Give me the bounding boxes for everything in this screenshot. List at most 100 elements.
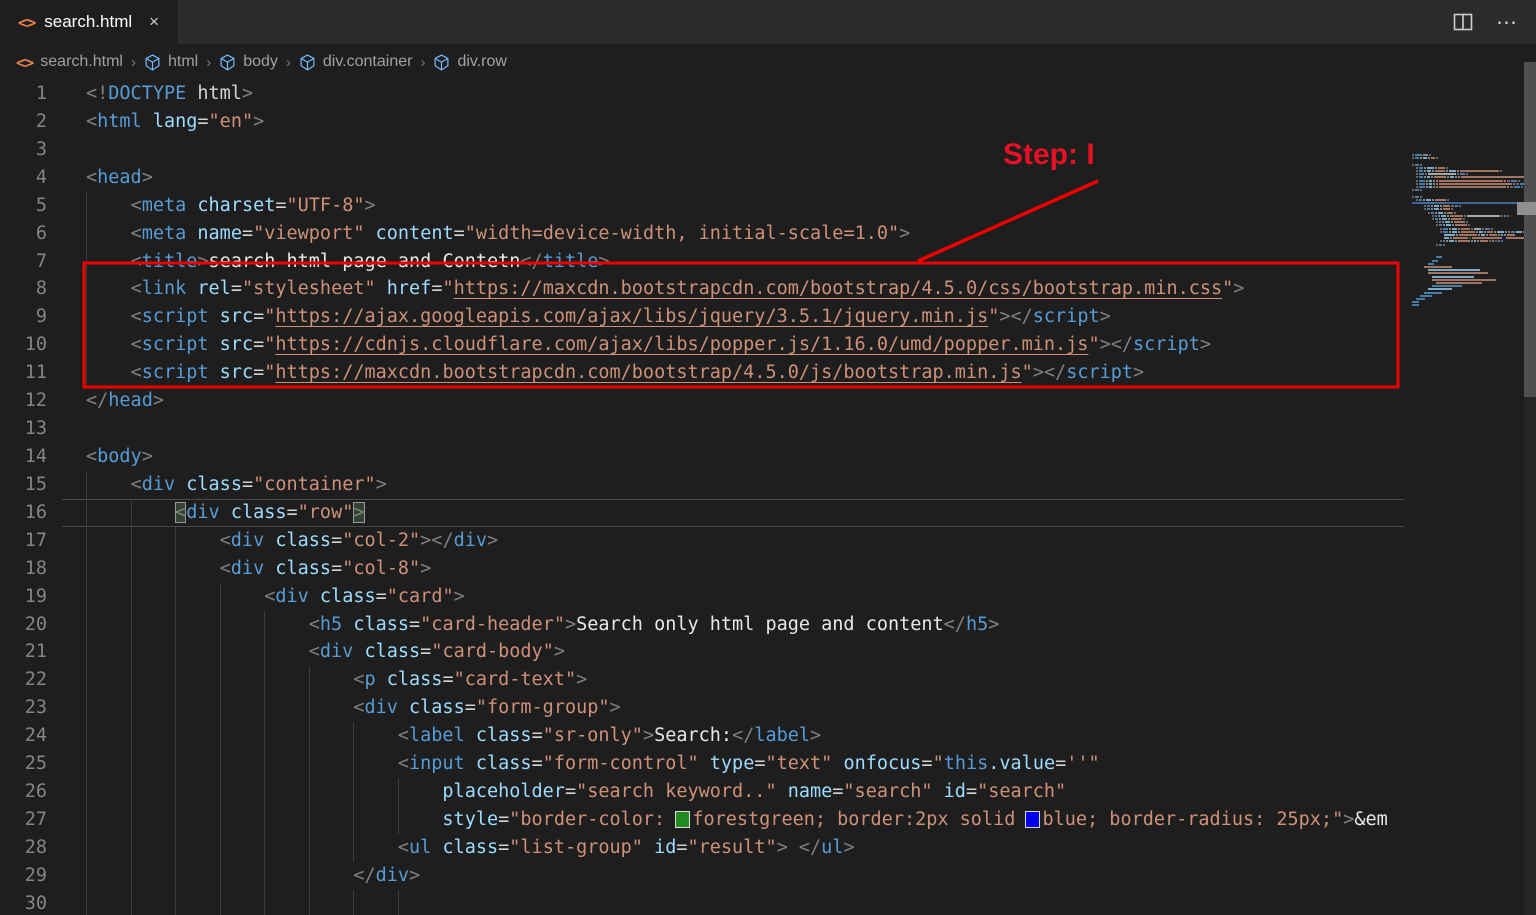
line-content: <script src="https://cdnjs.cloudflare.co… — [86, 331, 1404, 359]
indent-guide — [86, 471, 87, 499]
line-number-3[interactable]: 3 — [0, 136, 47, 164]
code-line-3[interactable]: 3 — [0, 136, 1404, 164]
indent-guide — [175, 722, 176, 750]
minimap-line — [1412, 164, 1422, 166]
code-line-19[interactable]: 19 <div class="card"> — [0, 583, 1404, 611]
code-line-27[interactable]: 27 style="border-color: forestgreen; bor… — [0, 806, 1404, 834]
code-line-21[interactable]: 21 <div class="card-body"> — [0, 638, 1404, 666]
line-number-16[interactable]: 16 — [0, 499, 47, 527]
minimap-line — [1412, 231, 1529, 233]
line-number-30[interactable]: 30 — [0, 890, 47, 915]
code-line-2[interactable]: 2 <html lang="en"> — [0, 108, 1404, 136]
close-tab-icon[interactable]: × — [145, 10, 163, 34]
code-line-8[interactable]: 8 <link rel="stylesheet" href="https://m… — [0, 275, 1404, 303]
line-number-8[interactable]: 8 — [0, 275, 47, 303]
code-line-26[interactable]: 26 placeholder="search keyword.." name="… — [0, 778, 1404, 806]
code-line-22[interactable]: 22 <p class="card-text"> — [0, 666, 1404, 694]
breadcrumb-label: search.html — [40, 53, 123, 71]
code-line-18[interactable]: 18 <div class="col-8"> — [0, 555, 1404, 583]
indent-guide — [309, 834, 310, 862]
line-number-14[interactable]: 14 — [0, 443, 47, 471]
line-number-28[interactable]: 28 — [0, 834, 47, 862]
breadcrumb-item-div-container[interactable]: div.container — [299, 53, 413, 71]
code-area[interactable]: 1<!DOCTYPE html>2 <html lang="en"> 34<head… — [0, 80, 1404, 915]
indent-guide — [353, 834, 354, 862]
scrollbar-thumb[interactable] — [1524, 62, 1536, 397]
code-line-25[interactable]: 25 <input class="form-control" type="tex… — [0, 750, 1404, 778]
line-number-17[interactable]: 17 — [0, 527, 47, 555]
indent-guide — [86, 248, 87, 276]
color-swatch-blue[interactable] — [1026, 812, 1039, 827]
line-number-29[interactable]: 29 — [0, 862, 47, 890]
minimap-line — [1412, 183, 1529, 185]
code-line-28[interactable]: 28 <ul class="list-group" id="result"> <… — [0, 834, 1404, 862]
code-line-12[interactable]: 12</head> — [0, 387, 1404, 415]
line-number-18[interactable]: 18 — [0, 555, 47, 583]
minimap-line — [1412, 173, 1468, 175]
code-line-4[interactable]: 4<head> — [0, 164, 1404, 192]
indent-guide — [220, 890, 221, 915]
breadcrumb-item-div-row[interactable]: div.row — [433, 53, 507, 71]
line-number-15[interactable]: 15 — [0, 471, 47, 499]
scrollbar-handle[interactable] — [1517, 202, 1536, 215]
line-number-6[interactable]: 6 — [0, 220, 47, 248]
code-line-17[interactable]: 17 <div class="col-2"></div> — [0, 527, 1404, 555]
code-line-20[interactable]: 20 <h5 class="card-header">Search only h… — [0, 611, 1404, 639]
line-number-20[interactable]: 20 — [0, 611, 47, 639]
indent-guide — [353, 806, 354, 834]
line-number-13[interactable]: 13 — [0, 415, 47, 443]
tab-search-html[interactable]: <> search.html × — [0, 0, 178, 44]
minimap-line — [1412, 263, 1434, 265]
line-number-10[interactable]: 10 — [0, 331, 47, 359]
code-line-5[interactable]: 5 <meta charset="UTF-8"> — [0, 192, 1404, 220]
breadcrumb-item-html[interactable]: html — [144, 53, 198, 71]
breadcrumb-item-body[interactable]: body — [219, 53, 278, 71]
line-number-4[interactable]: 4 — [0, 164, 47, 192]
code-line-13[interactable]: 13 — [0, 415, 1404, 443]
code-line-14[interactable]: 14<body> — [0, 443, 1404, 471]
more-actions-icon[interactable]: ⋯ — [1496, 10, 1518, 35]
line-number-11[interactable]: 11 — [0, 359, 47, 387]
code-line-6[interactable]: 6 <meta name="viewport" content="width=d… — [0, 220, 1404, 248]
line-number-24[interactable]: 24 — [0, 722, 47, 750]
code-line-15[interactable]: 15 <div class="container"> — [0, 471, 1404, 499]
split-editor-icon[interactable] — [1452, 11, 1474, 33]
line-number-9[interactable]: 9 — [0, 303, 47, 331]
code-editor: 1<!DOCTYPE html>2 <html lang="en"> 34<head… — [0, 80, 1536, 915]
code-line-23[interactable]: 23 <div class="form-group"> — [0, 694, 1404, 722]
line-number-26[interactable]: 26 — [0, 778, 47, 806]
code-line-16[interactable]: 16 <div class="row"> — [0, 499, 1404, 527]
code-line-9[interactable]: 9 <script src="https://ajax.googleapis.c… — [0, 303, 1404, 331]
line-number-22[interactable]: 22 — [0, 666, 47, 694]
indent-guide — [86, 275, 87, 303]
indent-guide — [220, 666, 221, 694]
line-number-7[interactable]: 7 — [0, 248, 47, 276]
code-line-1[interactable]: 1<!DOCTYPE html> — [0, 80, 1404, 108]
line-content: <html lang="en"> — [86, 108, 1404, 136]
line-number-1[interactable]: 1 — [0, 80, 47, 108]
breadcrumb-item-search-html[interactable]: <>search.html — [16, 53, 123, 72]
minimap-line — [1412, 199, 1449, 201]
line-number-23[interactable]: 23 — [0, 694, 47, 722]
line-number-2[interactable]: 2 — [0, 108, 47, 136]
indent-guide — [131, 890, 132, 915]
line-number-5[interactable]: 5 — [0, 192, 47, 220]
code-line-10[interactable]: 10 <script src="https://cdnjs.cloudflare… — [0, 331, 1404, 359]
line-content: </div> — [86, 862, 1404, 890]
line-number-12[interactable]: 12 — [0, 387, 47, 415]
line-content: <title>search html page and Contetn</tit… — [86, 248, 1404, 276]
code-line-30[interactable]: 30 — [0, 890, 1404, 915]
minimap[interactable] — [1412, 74, 1518, 374]
code-line-24[interactable]: 24 <label class="sr-only">Search:</label… — [0, 722, 1404, 750]
code-line-29[interactable]: 29 </div> — [0, 862, 1404, 890]
line-number-21[interactable]: 21 — [0, 638, 47, 666]
line-number-19[interactable]: 19 — [0, 583, 47, 611]
line-number-27[interactable]: 27 — [0, 806, 47, 834]
code-line-7[interactable]: 7 <title>search html page and Contetn</t… — [0, 248, 1404, 276]
minimap-line — [1412, 170, 1502, 172]
breadcrumb-label: body — [243, 53, 278, 71]
line-number-25[interactable]: 25 — [0, 750, 47, 778]
color-swatch-forestgreen[interactable] — [676, 812, 689, 827]
indent-guide — [86, 303, 87, 331]
code-line-11[interactable]: 11 <script src="https://maxcdn.bootstrap… — [0, 359, 1404, 387]
